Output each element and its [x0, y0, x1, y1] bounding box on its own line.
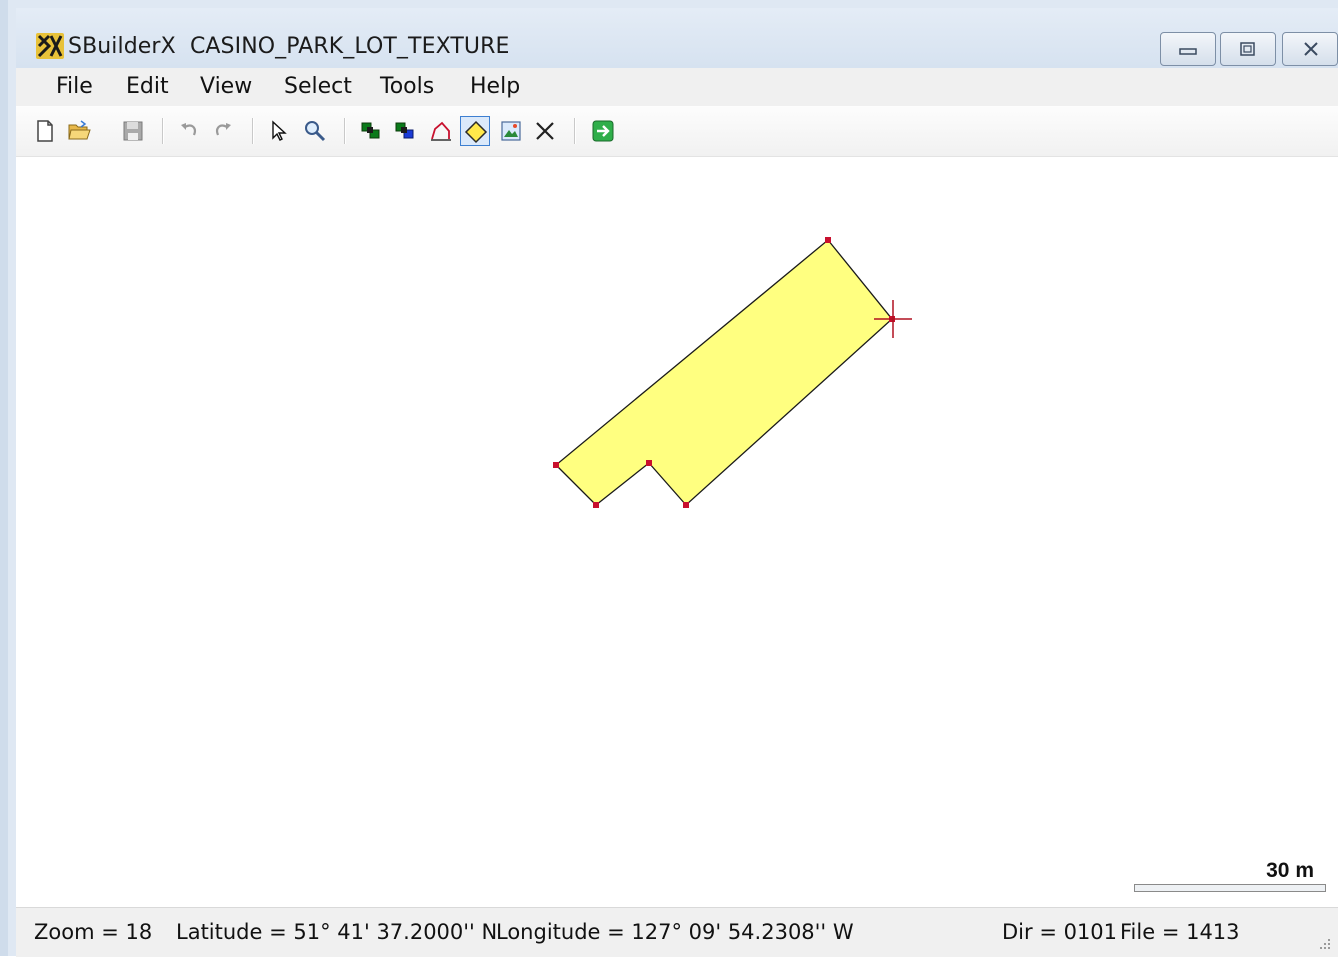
maximize-icon	[1240, 42, 1255, 56]
redo-button[interactable]	[208, 116, 238, 146]
zoom-icon	[305, 121, 326, 142]
resize-grip-icon[interactable]	[1318, 937, 1332, 951]
polygon-area[interactable]	[555, 239, 893, 506]
map-drawing[interactable]	[16, 157, 1338, 907]
scale-label: 30 m	[1266, 859, 1314, 882]
status-longitude: Longitude = 127° 09' 54.2308'' W	[496, 920, 854, 944]
toolbar-separator	[574, 118, 576, 144]
open-folder-icon	[68, 120, 91, 140]
toolbar-separator	[162, 118, 164, 144]
polygon-vertex[interactable]	[825, 237, 831, 243]
new-file-button[interactable]	[30, 116, 60, 146]
close-icon	[1304, 42, 1318, 56]
menu-bar: File Edit View Select Tools Help	[16, 68, 1338, 106]
document-title: CASINO_PARK_LOT_TEXTURE	[189, 34, 510, 59]
polygon-tool-button[interactable]	[460, 116, 490, 146]
polygon-vertex[interactable]	[646, 460, 652, 466]
undo-button[interactable]	[174, 116, 204, 146]
delete-icon	[536, 122, 554, 140]
compile-button[interactable]	[588, 116, 618, 146]
polygon-vertex[interactable]	[553, 462, 559, 468]
status-file: File = 1413	[1120, 920, 1240, 944]
menu-file[interactable]: File	[46, 72, 103, 102]
redo-icon	[216, 123, 231, 136]
pointer-icon	[272, 120, 287, 141]
line-tool-icon	[431, 121, 451, 141]
menu-edit[interactable]: Edit	[116, 72, 179, 102]
app-name: SBuilderX	[68, 34, 176, 59]
sbuilderx-logo-icon	[36, 33, 64, 59]
save-icon	[123, 121, 143, 141]
map-canvas[interactable]: 30 m	[16, 157, 1338, 907]
minimize-button[interactable]	[1160, 32, 1216, 66]
compile-icon	[592, 120, 614, 142]
scale-bar	[1134, 884, 1326, 892]
toolbar-separator	[344, 118, 346, 144]
object-green-icon	[361, 122, 380, 139]
minimize-icon	[1179, 48, 1197, 55]
maximize-button[interactable]	[1220, 32, 1276, 66]
app-window: SBuilderX CASINO_PARK_LOT_TEXTURE File E…	[0, 0, 1338, 957]
window-title: SBuilderX CASINO_PARK_LOT_TEXTURE	[68, 34, 509, 59]
object-blue-button[interactable]	[390, 116, 420, 146]
undo-icon	[181, 123, 196, 136]
toolbar-separator	[252, 118, 254, 144]
polygon-tool-icon	[464, 120, 488, 144]
save-button[interactable]	[118, 116, 148, 146]
pointer-button[interactable]	[264, 116, 294, 146]
object-green-button[interactable]	[356, 116, 386, 146]
bitmap-button[interactable]	[496, 116, 526, 146]
object-blue-icon	[395, 122, 414, 139]
menu-help[interactable]: Help	[460, 72, 530, 102]
menu-view[interactable]: View	[190, 72, 262, 102]
menu-select[interactable]: Select	[274, 72, 362, 102]
line-tool-button[interactable]	[426, 116, 456, 146]
status-latitude: Latitude = 51° 41' 37.2000'' N	[176, 920, 498, 944]
bitmap-icon	[501, 121, 521, 141]
status-bar: Zoom = 18 Latitude = 51° 41' 37.2000'' N…	[16, 907, 1338, 957]
menu-tools[interactable]: Tools	[370, 72, 444, 102]
new-file-icon	[37, 120, 53, 142]
title-bar[interactable]: SBuilderX CASINO_PARK_LOT_TEXTURE	[16, 8, 1338, 68]
delete-button[interactable]	[530, 116, 560, 146]
open-button[interactable]	[64, 116, 94, 146]
status-dir: Dir = 0101	[1002, 920, 1118, 944]
polygon-vertex[interactable]	[593, 502, 599, 508]
toolbar	[16, 106, 1338, 157]
zoom-button[interactable]	[300, 116, 330, 146]
status-zoom: Zoom = 18	[34, 920, 153, 944]
close-button[interactable]	[1282, 32, 1338, 66]
polygon-vertex[interactable]	[683, 502, 689, 508]
